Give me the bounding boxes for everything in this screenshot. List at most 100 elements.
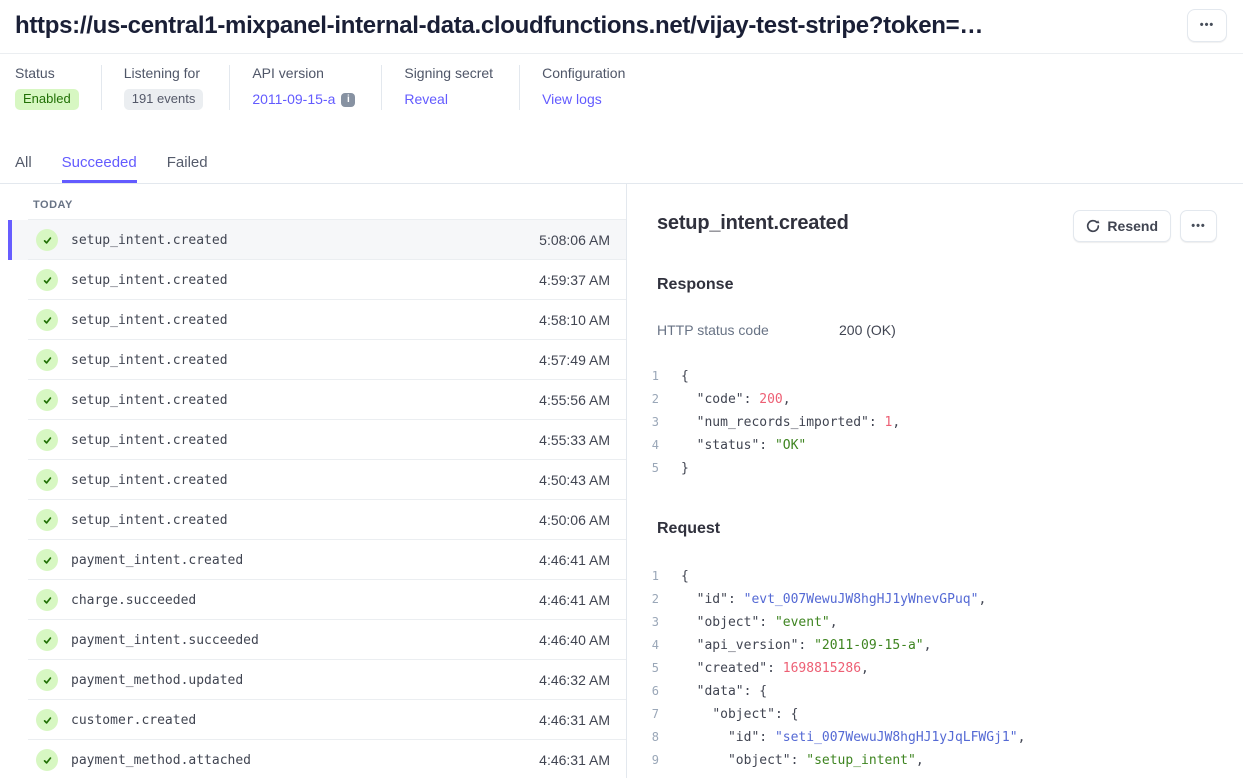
header-overflow-button[interactable]: ••• [1187,9,1227,42]
event-type-label: setup_intent.created [71,273,228,288]
status-badge: 191 events [124,89,204,110]
event-type-label: setup_intent.created [71,313,228,328]
code-text: "id": "seti_007WewuJW8hgHJ1yJqLFWGj1", [681,726,1025,749]
success-check-icon [36,229,58,251]
success-check-icon [36,309,58,331]
success-check-icon [36,549,58,571]
success-check-icon [36,509,58,531]
code-line: 3 "num_records_imported": 1, [657,411,1217,434]
event-time: 4:50:06 AM [539,512,610,528]
event-time: 4:46:32 AM [539,672,610,688]
event-list-item[interactable]: payment_method.updated 4:46:32 AM [0,660,626,700]
code-text: "id": "evt_007WewuJW8hgHJ1yWnevGPuq", [681,588,986,611]
code-text: "object": "setup_intent", [681,749,924,772]
line-number: 2 [643,388,659,411]
event-list-section-header: TODAY [0,184,626,220]
page-header: https://us-central1-mixpanel-internal-da… [0,0,1243,54]
line-number: 9 [643,749,659,772]
webhook-endpoint-page: https://us-central1-mixpanel-internal-da… [0,0,1243,778]
code-text: } [681,457,689,480]
success-check-icon [36,469,58,491]
line-number: 5 [643,657,659,680]
detail-overflow-button[interactable]: ••• [1180,210,1217,242]
event-list-item[interactable]: setup_intent.created 4:55:56 AM [0,380,626,420]
resend-refresh-icon [1086,219,1100,233]
event-detail-panel: setup_intent.created Resend ••• [627,184,1243,778]
http-status-row: HTTP status code200 (OK) [657,322,1217,338]
event-time: 4:46:31 AM [539,752,610,768]
code-line: 5 "created": 1698815286, [657,657,1217,680]
line-number: 6 [643,680,659,703]
event-list-item[interactable]: setup_intent.created 4:55:33 AM [0,420,626,460]
meta-label: Signing secret [404,65,493,81]
event-type-label: payment_method.updated [71,673,243,688]
meta-label: Status [15,65,79,81]
request-code: 1{2 "id": "evt_007WewuJW8hgHJ1yWnevGPuq"… [657,565,1217,772]
meta-configuration: ConfigurationView logs [519,65,651,110]
code-text: { [681,565,689,588]
success-check-icon [36,709,58,731]
event-time: 4:46:41 AM [539,592,610,608]
event-rows: setup_intent.created5:08:06 AMsetup_inte… [0,220,626,778]
meta-value-link[interactable]: Reveal [404,89,448,110]
event-detail-title: setup_intent.created [657,212,849,235]
code-text: "data": { [681,680,767,703]
detail-actions: Resend ••• [1073,210,1217,242]
code-line: 5} [657,457,1217,480]
info-icon[interactable]: i [341,93,355,107]
meta-signing-secret: Signing secret Reveal [381,65,519,110]
response-code: 1{2 "code": 200,3 "num_records_imported"… [657,365,1217,480]
http-status-label: HTTP status code [657,322,839,338]
code-text: "code": 200, [681,388,791,411]
event-time: 4:46:40 AM [539,632,610,648]
event-list-item[interactable]: setup_intent.created 4:50:06 AM [0,500,626,540]
event-list-item[interactable]: payment_method.attached4:46:31 AM [0,740,626,778]
line-number: 3 [643,611,659,634]
ellipsis-icon: ••• [1191,221,1206,232]
event-list-item[interactable]: setup_intent.created4:50:43 AM [0,460,626,500]
tab-all[interactable]: All [15,154,32,183]
event-type-label: charge.succeeded [71,593,196,608]
line-number: 7 [643,703,659,726]
line-number: 1 [643,365,659,388]
event-time: 4:57:49 AM [539,352,610,368]
event-list-item[interactable]: charge.succeeded 4:46:41 AM [0,580,626,620]
meta-status: Status Enabled [15,65,101,110]
event-list-item[interactable]: setup_intent.created5:08:06 AM [0,220,626,260]
event-type-label: setup_intent.created [71,513,228,528]
response-section-heading: Response [657,276,1217,294]
event-list-item[interactable]: setup_intent.created4:57:49 AM [0,340,626,380]
event-list-item[interactable]: payment_intent.created4:46:41 AM [0,540,626,580]
code-line: 1{ [657,365,1217,388]
event-list-item[interactable]: setup_intent.created4:58:10 AM [0,300,626,340]
event-type-label: setup_intent.created [71,433,228,448]
event-time: 4:59:37 AM [539,272,610,288]
success-check-icon [36,429,58,451]
meta-value-link[interactable]: View logs [542,89,602,110]
event-list-item[interactable]: setup_intent.created 4:59:37 AM [0,260,626,300]
meta-api-version: API version2011-09-15-ai [229,65,381,110]
code-line: 9 "object": "setup_intent", [657,749,1217,772]
status-badge: Enabled [15,89,79,110]
event-list-item[interactable]: customer.created4:46:31 AM [0,700,626,740]
event-time: 5:08:06 AM [539,232,610,248]
tab-succeeded[interactable]: Succeeded [62,154,137,183]
request-section-heading: Request [657,520,1217,538]
code-text: "api_version": "2011-09-15-a", [681,634,931,657]
meta-value-link[interactable]: 2011-09-15-ai [252,89,355,110]
event-type-label: setup_intent.created [71,393,228,408]
meta-listening-for: Listening for191 events [101,65,230,110]
tab-failed[interactable]: Failed [167,154,208,183]
event-type-label: payment_intent.succeeded [71,633,259,648]
resend-button[interactable]: Resend [1073,210,1171,242]
main-content: TODAY setup_intent.created5:08:06 AMsetu… [0,184,1243,778]
event-list-panel: TODAY setup_intent.created5:08:06 AMsetu… [0,184,627,778]
event-list-item[interactable]: payment_intent.succeeded 4:46:40 AM [0,620,626,660]
code-line: 2 "id": "evt_007WewuJW8hgHJ1yWnevGPuq", [657,588,1217,611]
event-type-label: setup_intent.created [71,473,228,488]
event-time: 4:55:56 AM [539,392,610,408]
event-time: 4:55:33 AM [539,432,610,448]
success-check-icon [36,389,58,411]
event-time: 4:46:41 AM [539,552,610,568]
code-line: 4 "status": "OK" [657,434,1217,457]
